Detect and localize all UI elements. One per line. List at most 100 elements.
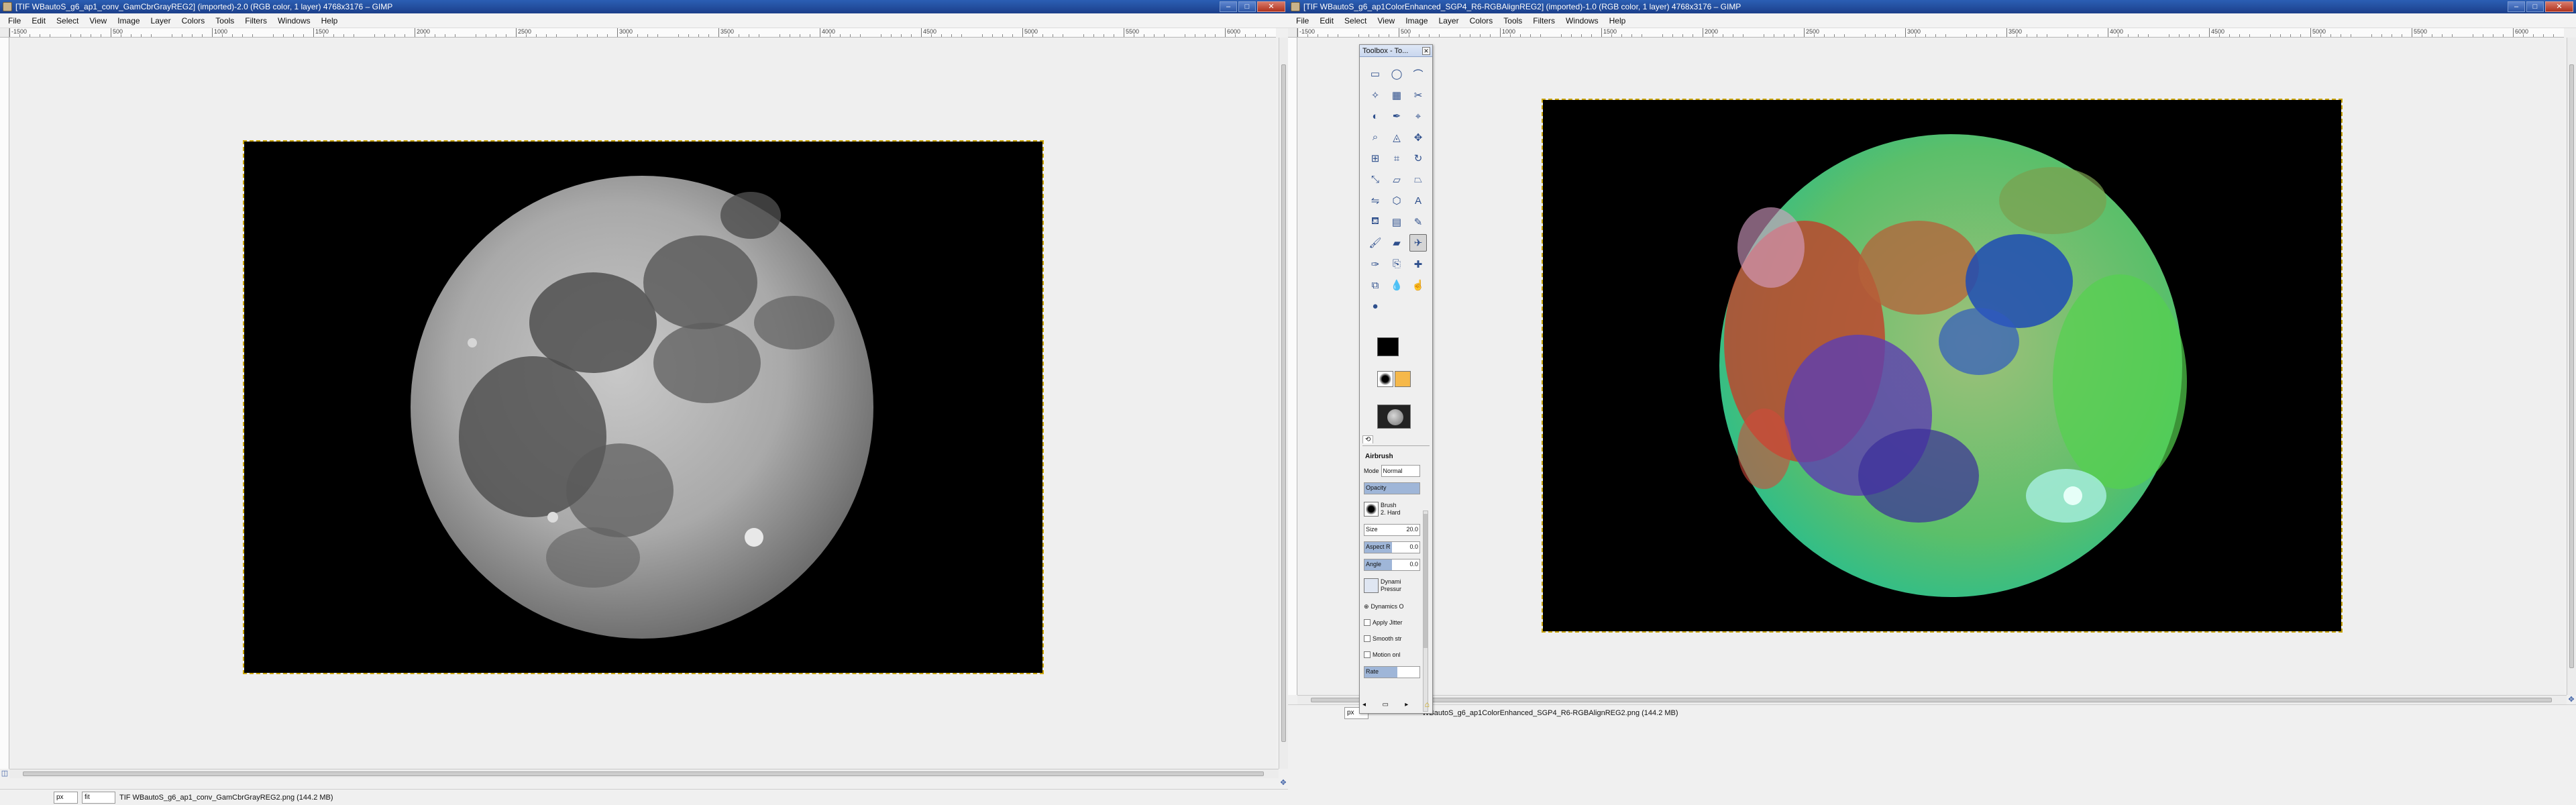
menu-tools[interactable]: Tools [210, 13, 239, 28]
size-slider[interactable]: Size 20.0 [1364, 524, 1420, 536]
apply-jitter-checkbox[interactable] [1364, 619, 1371, 626]
ellipse-select-icon[interactable]: ◯ [1388, 65, 1405, 83]
mode-select[interactable]: Normal [1381, 465, 1420, 477]
horizontal-ruler[interactable]: -1500 500 1000 1500 2000 2500 3000 3500 4000 4500… [9, 28, 1276, 38]
maximize-button[interactable]: □ [1238, 1, 1256, 12]
brush-icon[interactable] [1364, 502, 1379, 517]
active-image-preview[interactable] [1377, 405, 1411, 429]
horizontal-scroll-thumb[interactable] [23, 771, 1264, 776]
menu-windows[interactable]: Windows [1560, 13, 1604, 28]
reset-options-icon[interactable]: ⌂ [1425, 700, 1430, 709]
horizontal-ruler[interactable]: -1500 500 1000 1500 2000 2500 3000 3500 4000 4500… [1297, 28, 2564, 38]
menu-colors[interactable]: Colors [1464, 13, 1499, 28]
menu-file[interactable]: File [3, 13, 26, 28]
pencil-icon[interactable]: ✎ [1409, 213, 1427, 231]
foreground-color-swatch[interactable] [1377, 337, 1399, 356]
free-select-icon[interactable]: ⌒ [1409, 65, 1427, 83]
menu-file[interactable]: File [1291, 13, 1314, 28]
airbrush-icon[interactable]: ✈ [1409, 234, 1427, 252]
smudge-icon[interactable]: ☝ [1409, 276, 1427, 294]
shear-icon[interactable]: ▱ [1388, 171, 1405, 189]
smooth-stroke-checkbox[interactable] [1364, 635, 1371, 642]
scissors-icon[interactable]: ✂ [1409, 87, 1427, 104]
navigate-icon[interactable]: ✥ [2567, 695, 2576, 704]
text-icon[interactable]: A [1409, 192, 1427, 209]
paths-icon[interactable]: ✒ [1388, 107, 1405, 125]
heal-icon[interactable]: ✚ [1409, 256, 1427, 273]
menu-layer[interactable]: Layer [1434, 13, 1464, 28]
tool-options-tab[interactable]: ⟲ [1362, 435, 1374, 443]
tool-options-scroll-thumb[interactable] [1424, 514, 1428, 648]
cage-icon[interactable]: ⬡ [1388, 192, 1405, 209]
menu-windows[interactable]: Windows [272, 13, 316, 28]
blend-icon[interactable]: ▤ [1388, 213, 1405, 231]
clone-icon[interactable]: ⎘ [1388, 256, 1405, 273]
menu-image[interactable]: Image [112, 13, 145, 28]
color-picker-icon[interactable]: ⌖ [1409, 107, 1427, 125]
menu-edit[interactable]: Edit [26, 13, 51, 28]
vertical-scrollbar[interactable] [1279, 38, 1288, 769]
menu-help[interactable]: Help [1604, 13, 1631, 28]
menu-view[interactable]: View [84, 13, 112, 28]
scale-icon[interactable]: ⤡ [1366, 171, 1384, 189]
perspective-icon[interactable]: ⏢ [1409, 171, 1427, 189]
brush-preview[interactable] [1377, 371, 1393, 387]
angle-slider[interactable]: Angle 0.0 [1364, 559, 1420, 571]
menu-view[interactable]: View [1372, 13, 1400, 28]
close-button[interactable]: ✕ [2545, 1, 2573, 12]
restore-options-icon[interactable]: ▭ [1382, 701, 1388, 708]
foreground-select-icon[interactable]: ◐ [1366, 107, 1384, 125]
minimize-button[interactable]: ‒ [1220, 1, 1237, 12]
menu-tools[interactable]: Tools [1498, 13, 1527, 28]
menu-edit[interactable]: Edit [1314, 13, 1339, 28]
menu-image[interactable]: Image [1400, 13, 1433, 28]
horizontal-scrollbar[interactable] [9, 769, 1279, 778]
menu-select[interactable]: Select [51, 13, 84, 28]
vertical-scroll-thumb[interactable] [1281, 64, 1286, 742]
tool-options-scrollbar[interactable] [1423, 511, 1428, 712]
motion-only-checkbox[interactable] [1364, 651, 1371, 658]
menu-help[interactable]: Help [316, 13, 343, 28]
menu-filters[interactable]: Filters [1527, 13, 1560, 28]
fuzzy-select-icon[interactable]: ✧ [1366, 87, 1384, 104]
flip-icon[interactable]: ⇋ [1366, 192, 1384, 209]
rate-slider[interactable]: Rate [1364, 666, 1420, 678]
dynamics-icon[interactable] [1364, 578, 1379, 593]
delete-options-icon[interactable]: ▸ [1405, 701, 1408, 708]
moon-image-color[interactable] [1542, 99, 2343, 633]
blur-icon[interactable]: 💧 [1388, 276, 1405, 294]
ruler-corner[interactable] [1288, 28, 1297, 38]
vertical-scroll-thumb[interactable] [2569, 64, 2574, 668]
rect-select-icon[interactable]: ▭ [1366, 65, 1384, 83]
maximize-button[interactable]: □ [2526, 1, 2544, 12]
crop-icon[interactable]: ⌗ [1388, 150, 1405, 167]
title-bar[interactable]: [TIF WBautoS_g6_ap1ColorEnhanced_SGP4_R6… [1288, 0, 2576, 13]
horizontal-scroll-thumb[interactable] [1311, 698, 2552, 702]
zoom-icon[interactable]: ⌕ [1366, 129, 1384, 146]
rotate-icon[interactable]: ↻ [1409, 150, 1427, 167]
image-canvas[interactable] [1297, 38, 2564, 695]
opacity-slider[interactable]: Opacity [1364, 482, 1420, 494]
align-icon[interactable]: ⊞ [1366, 150, 1384, 167]
menu-layer[interactable]: Layer [146, 13, 176, 28]
eraser-icon[interactable]: ▰ [1388, 234, 1405, 252]
ruler-corner[interactable] [0, 28, 9, 38]
vertical-ruler[interactable] [1288, 38, 1297, 695]
expander-icon[interactable]: ⊕ [1364, 603, 1369, 610]
horizontal-scrollbar[interactable] [1297, 695, 2567, 704]
minimize-button[interactable]: ‒ [2508, 1, 2525, 12]
vertical-scrollbar[interactable] [2567, 38, 2576, 695]
bucket-fill-icon[interactable]: ⛾ [1366, 213, 1384, 231]
navigate-icon[interactable]: ✥ [1279, 778, 1288, 788]
moon-image-grayscale[interactable] [243, 140, 1044, 674]
zoom-select[interactable]: fit [82, 791, 115, 804]
unit-select[interactable]: px [54, 791, 78, 804]
move-icon[interactable]: ✥ [1409, 129, 1427, 146]
dodge-burn-icon[interactable]: ● [1366, 298, 1384, 315]
ink-icon[interactable]: ✑ [1366, 256, 1384, 273]
quick-mask-icon[interactable]: ◫ [0, 769, 9, 778]
select-by-color-icon[interactable]: ▦ [1388, 87, 1405, 104]
close-button[interactable]: ✕ [1257, 1, 1285, 12]
aspect-ratio-slider[interactable]: Aspect R 0.0 [1364, 541, 1420, 553]
toolbox-close-button[interactable]: ✕ [1422, 47, 1430, 55]
